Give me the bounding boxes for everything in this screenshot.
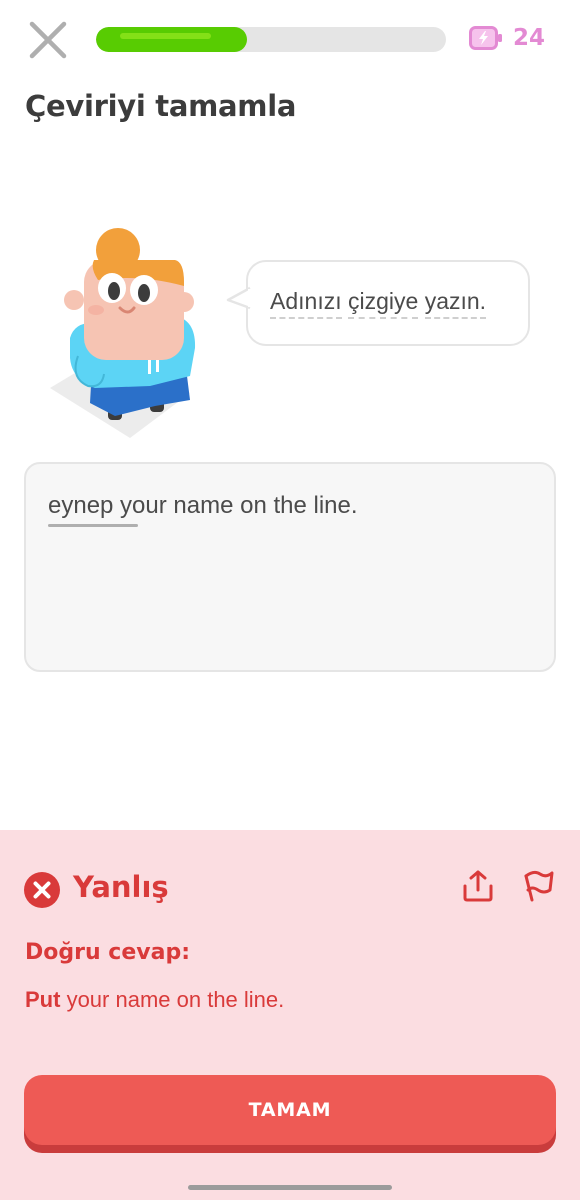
continue-button[interactable]: TAMAM <box>24 1075 556 1145</box>
lesson-progress-bar <box>96 27 446 52</box>
report-button[interactable] <box>520 866 556 904</box>
correct-answer-rest: your name on the line. <box>60 987 285 1012</box>
error-icon <box>24 872 60 908</box>
share-icon <box>463 870 493 902</box>
flag-icon <box>524 870 554 902</box>
answer-underline <box>48 524 138 527</box>
energy-counter[interactable]: 24 <box>469 25 545 51</box>
feedback-status: Yanlış <box>73 870 169 904</box>
page-title: Çeviriyi tamamla <box>25 89 297 123</box>
prompt-word[interactable]: çizgiye <box>348 288 419 319</box>
continue-button-label: TAMAM <box>248 1099 332 1121</box>
prompt-word[interactable]: Adınızı <box>270 288 342 319</box>
progress-highlight <box>120 33 211 39</box>
correct-answer-label: Doğru cevap: <box>25 940 190 965</box>
share-button[interactable] <box>460 868 496 904</box>
answer-text: eynep your name on the line. <box>48 492 358 519</box>
energy-count: 24 <box>513 25 546 51</box>
home-indicator[interactable] <box>188 1185 392 1190</box>
energy-battery-icon <box>469 26 502 50</box>
correct-answer-text: Put your name on the line. <box>25 987 284 1013</box>
feedback-panel: Yanlış Doğru cevap: Put your name on the… <box>0 830 580 1200</box>
top-bar: 24 <box>0 20 580 64</box>
prompt-word[interactable]: yazın. <box>424 288 487 319</box>
answer-input[interactable]: eynep your name on the line. <box>24 462 556 672</box>
speech-bubble: Adınızı çizgiye yazın. <box>246 260 530 346</box>
progress-fill <box>96 27 247 52</box>
character-icon <box>50 228 196 438</box>
close-button[interactable] <box>28 20 68 60</box>
speech-bubble-tail <box>226 286 252 310</box>
correct-answer-highlight: Put <box>25 987 61 1012</box>
close-icon <box>29 21 67 59</box>
character-illustration <box>40 228 210 448</box>
prompt-sentence: Adınızı çizgiye yazın. <box>270 288 487 319</box>
